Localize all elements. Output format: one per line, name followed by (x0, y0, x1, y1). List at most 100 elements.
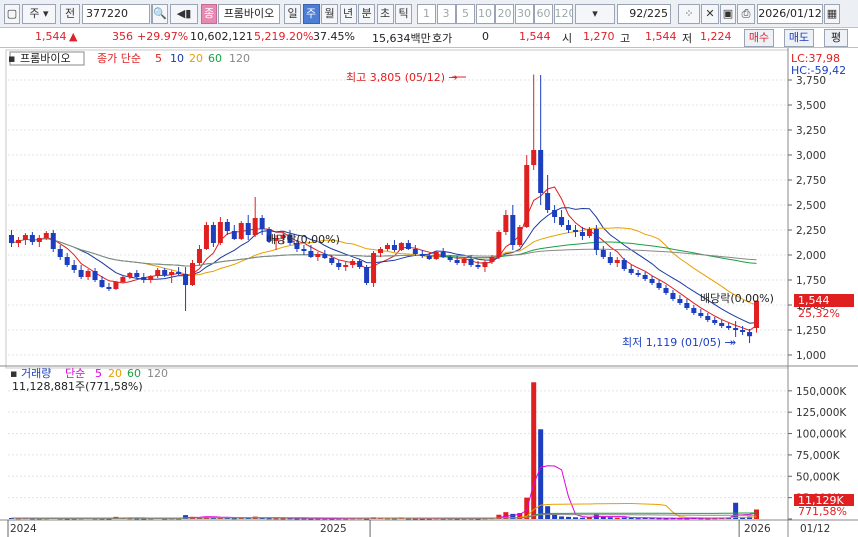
calendar-icon[interactable]: ▦ (824, 4, 840, 24)
candle-body (538, 150, 544, 193)
low-value: 1,224 (700, 30, 732, 43)
candle-body (169, 272, 175, 275)
candle-body (524, 165, 530, 227)
candle-body (440, 252, 446, 257)
candle-body (196, 249, 202, 263)
period-tab-0[interactable]: 일 (284, 4, 301, 24)
candle-body (71, 265, 77, 270)
crosshair-icon[interactable]: ✕ (701, 4, 719, 24)
vol-legend-ma: 단순 (65, 367, 85, 380)
period-tab-3[interactable]: 년 (339, 4, 357, 24)
interval-tab-20[interactable]: 20 (495, 4, 514, 24)
interval-tab-5[interactable]: 5 (456, 4, 475, 24)
candle-body (350, 261, 356, 265)
candle-body (336, 263, 342, 267)
interval-tab-10[interactable]: 10 (475, 4, 495, 24)
dividend-note-2: 배당락(0,00%) (700, 292, 774, 305)
candle-body (322, 254, 328, 258)
interval-tab-120[interactable]: 120 (553, 4, 573, 24)
buy-button[interactable]: 매수 (744, 29, 774, 47)
interval-select[interactable]: ▾ (575, 4, 615, 24)
candle-body (245, 223, 251, 235)
market-select[interactable]: 주 ▾ (22, 4, 56, 24)
x-label-2024: 2024 (10, 523, 37, 535)
chart-overlay: ▪ 프롬바이오 종가 단순 5 10 20 60 120 LC:37,98 HC… (8, 51, 854, 535)
candle-body (384, 245, 390, 249)
candle-body (649, 279, 655, 283)
legend-ma-20: 20 (189, 52, 203, 65)
candle-body (99, 280, 105, 287)
candle-body (155, 270, 161, 276)
count-total: /225 (643, 7, 668, 20)
period-tab-6[interactable]: 틱 (395, 4, 412, 24)
candle-body (510, 215, 516, 245)
price-ma-20 (143, 227, 757, 306)
volume-ma-5 (11, 465, 757, 519)
price-panel-frame (5, 49, 789, 369)
volume-bar (607, 517, 613, 519)
candle-body (447, 257, 453, 260)
candle-body (120, 277, 126, 282)
sell-button[interactable]: 매도 (784, 29, 814, 47)
dividend-note-1: 배당락(0,00%) (266, 233, 340, 246)
interval-tab-30[interactable]: 30 (514, 4, 534, 24)
candle-body (496, 232, 502, 257)
period-tab-4[interactable]: 분 (358, 4, 375, 24)
period-tab-1[interactable]: 주 (302, 4, 320, 24)
candle-body (621, 260, 627, 269)
volume-bar (621, 517, 627, 519)
volume-bar (635, 518, 641, 520)
candle-body (78, 270, 84, 277)
candle-body (50, 233, 56, 249)
volume-bar (579, 517, 585, 519)
candle-body (92, 271, 98, 280)
volume-tick-label: 75,000K (796, 450, 841, 462)
candle-body (301, 249, 307, 251)
hoga-price: 1,544 (519, 30, 551, 43)
candle-body (217, 222, 223, 243)
chart-area[interactable]: 1,0001,2501,5001,7502,0002,2502,5002,750… (0, 48, 858, 537)
period-tab-2[interactable]: 월 (321, 4, 338, 24)
vol-current: 11,128,881주(771,58%) (12, 380, 143, 393)
candle-body (15, 240, 21, 243)
period-tab-5[interactable]: 초 (376, 4, 394, 24)
candle-body (134, 273, 140, 277)
candle-body (315, 254, 321, 257)
candle-body (419, 254, 425, 256)
price-ma-5 (39, 186, 757, 331)
candle-body (489, 257, 495, 262)
date-field[interactable]: 2026/01/12 (757, 4, 823, 24)
sound-icon[interactable]: ◀▮ (170, 4, 198, 24)
save-icon[interactable]: ▣ (720, 4, 736, 24)
prefix-button[interactable]: 전 (60, 4, 80, 24)
print-icon[interactable]: ⎙ (737, 4, 755, 24)
price-tick-label: 3,000 (796, 150, 826, 162)
count-field[interactable]: 92/225 (617, 4, 671, 24)
code-input[interactable]: 377220 (82, 4, 150, 24)
eval-button[interactable]: 평 (824, 29, 848, 47)
candle-body (670, 293, 676, 299)
volume-tick-label: 125,000K (796, 407, 847, 419)
candle-body (426, 256, 432, 259)
grid-icon[interactable]: ⁘ (678, 4, 700, 24)
vol-legend-dot: ▪ (10, 367, 17, 380)
volume-bar (531, 382, 537, 519)
candle-body (231, 231, 237, 239)
window-menu-icon[interactable]: ▢ (4, 4, 20, 24)
candle-body (656, 283, 662, 288)
candle-body (747, 332, 753, 337)
chart-svg[interactable]: 1,0001,2501,5001,7502,0002,2502,5002,750… (0, 48, 858, 537)
interval-tab-1[interactable]: 1 (417, 4, 436, 24)
price-pct-tag: 25,32% (798, 307, 840, 320)
search-icon[interactable]: 🔍 (152, 4, 168, 24)
interval-tab-3[interactable]: 3 (436, 4, 456, 24)
volume-tick-label: 150,000K (796, 386, 847, 398)
volume-bar (740, 517, 746, 519)
turnover-pct: 37.45% (313, 30, 355, 43)
candle-body (210, 225, 216, 243)
interval-tab-60[interactable]: 60 (534, 4, 553, 24)
candle-body (43, 233, 49, 238)
candle-body (22, 235, 28, 240)
hoga-value: 0 (482, 30, 489, 43)
candle-body (343, 265, 349, 267)
